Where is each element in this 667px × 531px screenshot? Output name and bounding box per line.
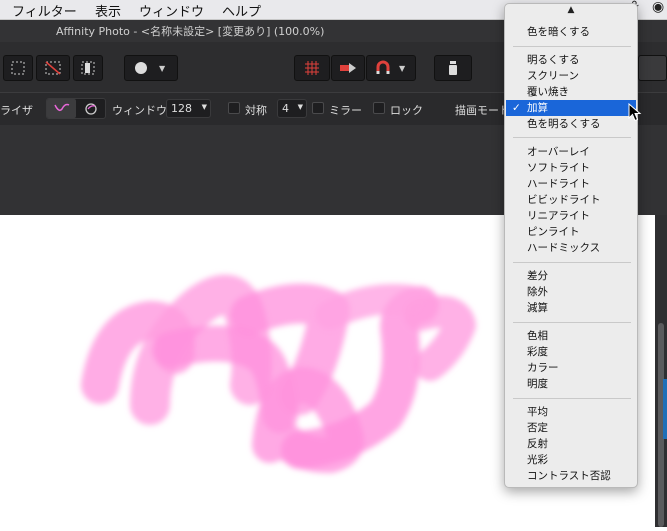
assistant-button[interactable]	[434, 55, 472, 81]
blend-item-darker-color[interactable]: 色を暗くする	[506, 24, 636, 40]
lock-label: ロック	[390, 104, 423, 117]
rope-icon	[54, 103, 70, 112]
panel-accent	[663, 379, 667, 439]
blend-item-lighter-color[interactable]: 色を明るくする	[506, 116, 636, 132]
window-stabilizer-icon	[85, 103, 97, 115]
symmetry-checkbox[interactable]	[228, 102, 240, 114]
stabilizer-label: ライザ	[0, 104, 33, 117]
deselect-button[interactable]	[36, 55, 70, 81]
window-label: ウィンドウ:	[112, 104, 171, 117]
chevron-down-icon: ▼	[297, 103, 303, 111]
brush-circle-icon	[135, 62, 147, 74]
invert-selection-icon	[81, 61, 95, 75]
blend-item-average[interactable]: 平均	[506, 404, 636, 420]
blend-item-soft-light[interactable]: ソフトライト	[506, 160, 636, 176]
blend-item-add-label: 加算	[527, 102, 548, 114]
marquee-icon	[11, 61, 25, 75]
checkmark-icon: ✓	[512, 102, 521, 114]
menu-window[interactable]: ウィンドウ	[139, 1, 204, 20]
mirror-label: ミラー	[329, 104, 362, 117]
blend-item-screen[interactable]: スクリーン	[506, 68, 636, 84]
mouse-cursor-icon	[628, 103, 642, 122]
blend-item-contrast-negate[interactable]: コントラスト否認	[506, 468, 636, 484]
chevron-down-icon: ▼	[399, 63, 406, 73]
blend-item-hard-light[interactable]: ハードライト	[506, 176, 636, 192]
window-size-select[interactable]: 128 ▼	[166, 99, 211, 118]
blend-item-reflect[interactable]: 反射	[506, 436, 636, 452]
snapping-grid-button[interactable]	[294, 55, 330, 81]
menu-separator	[513, 322, 631, 323]
blend-item-difference[interactable]: 差分	[506, 268, 636, 284]
brush-preset-dropdown[interactable]: ▼	[124, 55, 178, 81]
blend-item-saturation[interactable]: 彩度	[506, 344, 636, 360]
menu-separator	[513, 137, 631, 138]
move-arrange-button[interactable]	[331, 55, 365, 81]
blend-mode-menu: ▲ 色を暗くする 明るくする スクリーン 覆い焼き ✓ 加算 色を明るくする オ…	[504, 3, 638, 488]
menu-filter[interactable]: フィルター	[12, 1, 77, 20]
blend-item-hue[interactable]: 色相	[506, 328, 636, 344]
status-icon[interactable]: ◉	[652, 0, 664, 15]
blend-item-lighten[interactable]: 明るくする	[506, 52, 636, 68]
lock-checkbox[interactable]	[373, 102, 385, 114]
right-panel-edge	[655, 215, 667, 527]
blend-item-color[interactable]: カラー	[506, 360, 636, 376]
rope-mode-button[interactable]	[47, 99, 76, 118]
menu-separator	[513, 262, 631, 263]
blend-item-add-selected[interactable]: ✓ 加算	[506, 100, 636, 116]
menu-view[interactable]: 表示	[95, 1, 121, 20]
window-title: Affinity Photo - <名称未設定> [変更あり] (100.0%)	[56, 25, 325, 38]
menu-help[interactable]: ヘルプ	[222, 1, 261, 20]
blend-item-negation[interactable]: 否定	[506, 420, 636, 436]
persona-button[interactable]	[638, 55, 667, 81]
grid-icon	[305, 61, 319, 75]
blend-item-exclusion[interactable]: 除外	[506, 284, 636, 300]
chevron-down-icon: ▼	[159, 63, 166, 73]
blend-mode-label: 描画モード	[455, 104, 510, 117]
menu-separator	[513, 46, 631, 47]
symmetry-label: 対称	[245, 104, 267, 117]
chevron-down-icon: ▼	[201, 103, 207, 111]
assistant-icon	[449, 61, 457, 75]
arrow-right-icon	[340, 63, 356, 73]
mirror-checkbox[interactable]	[312, 102, 324, 114]
menu-separator	[513, 398, 631, 399]
symmetry-count-select[interactable]: 4 ▼	[277, 99, 307, 118]
scroll-up-arrow-icon[interactable]: ▲	[505, 5, 637, 15]
snapping-dropdown[interactable]: ▼	[366, 55, 416, 81]
blend-item-glow[interactable]: 光彩	[506, 452, 636, 468]
blend-item-linear-light[interactable]: リニアライト	[506, 208, 636, 224]
blend-item-subtract[interactable]: 減算	[506, 300, 636, 316]
blend-item-vivid-light[interactable]: ビビッドライト	[506, 192, 636, 208]
blend-item-pin-light[interactable]: ピンライト	[506, 224, 636, 240]
deselect-icon	[45, 61, 61, 75]
blend-item-overlay[interactable]: オーバーレイ	[506, 144, 636, 160]
symmetry-count-value: 4	[282, 102, 289, 115]
stabilizer-mode-group	[46, 98, 106, 119]
marquee-select-button[interactable]	[3, 55, 33, 81]
window-size-value: 128	[171, 102, 192, 115]
blend-item-luminosity[interactable]: 明度	[506, 376, 636, 392]
blend-item-hard-mix[interactable]: ハードミックス	[506, 240, 636, 256]
invert-selection-button[interactable]	[73, 55, 103, 81]
blend-item-color-dodge[interactable]: 覆い焼き	[506, 84, 636, 100]
magnet-icon	[376, 60, 390, 74]
window-mode-button[interactable]	[77, 99, 106, 118]
